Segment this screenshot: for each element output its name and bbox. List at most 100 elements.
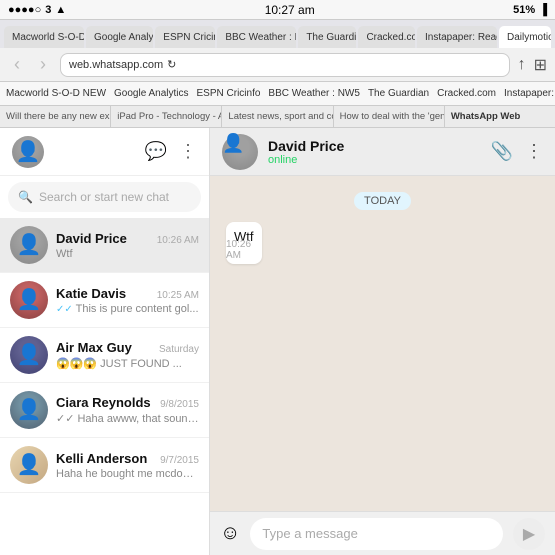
send-button[interactable]: ▶ bbox=[513, 518, 545, 550]
date-badge: TODAY bbox=[354, 192, 411, 210]
browser-tabs-bar: Macworld S-O-D NEW Google Analytics ESPN… bbox=[0, 20, 555, 48]
chat-contact-name: David Price bbox=[268, 138, 481, 154]
browser-nav-bar: ‹ › web.whatsapp.com ↻ ↑ ⊞ bbox=[0, 48, 555, 82]
chat-item-airmax[interactable]: 👤 Air Max Guy Saturday 😱😱😱 JUST FOUND ..… bbox=[0, 328, 209, 383]
bookmark-3[interactable]: BBC Weather : NW5 bbox=[268, 88, 360, 99]
browser-tab-4[interactable]: The Guardian bbox=[298, 26, 356, 48]
bookmark-4[interactable]: The Guardian bbox=[368, 88, 429, 99]
back-button[interactable]: ‹ bbox=[8, 54, 26, 75]
chat-name-airmax: Air Max Guy bbox=[56, 340, 132, 355]
chat-time-david: 10:26 AM bbox=[157, 235, 199, 246]
battery-icon: ▐ bbox=[539, 4, 547, 16]
chat-info-ciara: Ciara Reynolds 9/8/2015 ✓✓ Haha awww, th… bbox=[56, 395, 199, 425]
forward-button[interactable]: › bbox=[34, 54, 52, 75]
url-text: web.whatsapp.com bbox=[69, 59, 163, 71]
site-tab-2[interactable]: Latest news, sport and comm... bbox=[222, 106, 333, 127]
chat-time-airmax: Saturday bbox=[159, 344, 199, 355]
chat-header-avatar: 👤 bbox=[222, 134, 258, 170]
chat-header-avatar-icon: 👤 bbox=[222, 133, 244, 153]
share-button[interactable]: ↑ bbox=[518, 56, 526, 74]
avatar-david: 👤 bbox=[10, 226, 48, 264]
chat-header-info: David Price online bbox=[268, 138, 481, 166]
message-time-0: 10:26 AM bbox=[226, 239, 256, 261]
wifi-icon: ▲ bbox=[55, 4, 66, 16]
chat-preview-kelli: Haha he bought me mcdona... bbox=[56, 468, 199, 480]
search-bar[interactable]: 🔍 Search or start new chat bbox=[8, 182, 201, 212]
browser-tab-0[interactable]: Macworld S-O-D NEW bbox=[4, 26, 84, 48]
site-tab-1[interactable]: iPad Pro - Technology - Apple bbox=[111, 106, 222, 127]
reload-icon[interactable]: ↻ bbox=[167, 58, 176, 71]
chat-info-kelli: Kelli Anderson 9/7/2015 Haha he bought m… bbox=[56, 451, 199, 480]
chat-item-kelli[interactable]: 👤 Kelli Anderson 9/7/2015 Haha he bought… bbox=[0, 438, 209, 493]
more-icon[interactable]: ⋮ bbox=[179, 141, 197, 162]
browser-tab-3[interactable]: BBC Weather : NW5 bbox=[217, 26, 296, 48]
my-avatar[interactable]: 👤 bbox=[12, 136, 44, 168]
david-avatar-icon: 👤 bbox=[17, 235, 42, 255]
chat-item-david[interactable]: 👤 David Price 10:26 AM Wtf bbox=[0, 218, 209, 273]
chat-info-airmax: Air Max Guy Saturday 😱😱😱 JUST FOUND ... bbox=[56, 340, 199, 370]
site-tabs-bar: Will there be any new expans... iPad Pro… bbox=[0, 106, 555, 128]
status-bar: ●●●●○ 3 ▲ 10:27 am 51% ▐ bbox=[0, 0, 555, 20]
chat-time-kelli: 9/7/2015 bbox=[160, 455, 199, 466]
chat-name-ciara: Ciara Reynolds bbox=[56, 395, 151, 410]
attachment-icon[interactable]: 📎 bbox=[491, 141, 513, 162]
carrier-label: 3 bbox=[45, 4, 51, 16]
chat-name-katie: Katie Davis bbox=[56, 286, 126, 301]
chat-item-katie[interactable]: 👤 Katie Davis 10:25 AM ✓✓ This is pure c… bbox=[0, 273, 209, 328]
chat-area: 👤 David Price online 📎 ⋮ TODAY Wtf 10:26… bbox=[210, 128, 555, 555]
chat-info-david: David Price 10:26 AM Wtf bbox=[56, 231, 199, 260]
bookmark-5[interactable]: Cracked.com bbox=[437, 88, 496, 99]
bookmark-0[interactable]: Macworld S-O-D NEW bbox=[6, 88, 106, 99]
chat-preview-ciara: ✓✓ Haha awww, that sound... bbox=[56, 412, 199, 425]
browser-tab-5[interactable]: Cracked.com bbox=[358, 26, 415, 48]
avatar-ciara: 👤 bbox=[10, 391, 48, 429]
bookmark-1[interactable]: Google Analytics bbox=[114, 88, 189, 99]
battery-label: 51% bbox=[513, 4, 535, 16]
send-icon: ▶ bbox=[523, 524, 535, 544]
avatar-kelli: 👤 bbox=[10, 446, 48, 484]
site-tab-3[interactable]: How to deal with the 'gentle... bbox=[334, 106, 445, 127]
avatar-airmax: 👤 bbox=[10, 336, 48, 374]
whatsapp-container: 👤 💬 ⋮ 🔍 Search or start new chat 👤 David… bbox=[0, 128, 555, 555]
bookmarks-bar: Macworld S-O-D NEW Google Analytics ESPN… bbox=[0, 82, 555, 106]
sidebar-actions: 💬 ⋮ bbox=[145, 141, 197, 162]
avatar-katie: 👤 bbox=[10, 281, 48, 319]
chat-contact-status: online bbox=[268, 154, 481, 166]
chat-header-actions: 📎 ⋮ bbox=[491, 141, 543, 162]
chat-name-david: David Price bbox=[56, 231, 127, 246]
chat-item-ciara[interactable]: 👤 Ciara Reynolds 9/8/2015 ✓✓ Haha awww, … bbox=[0, 383, 209, 438]
new-tab-button[interactable]: ⊞ bbox=[534, 55, 547, 75]
chat-preview-david: Wtf bbox=[56, 248, 199, 260]
katie-preview-text: This is pure content gol... bbox=[76, 303, 199, 315]
browser-tab-6[interactable]: Instapaper: Read Later bbox=[417, 26, 497, 48]
chat-time-ciara: 9/8/2015 bbox=[160, 399, 199, 410]
search-icon: 🔍 bbox=[18, 190, 33, 204]
chat-sidebar: 👤 💬 ⋮ 🔍 Search or start new chat 👤 David… bbox=[0, 128, 210, 555]
input-placeholder: Type a message bbox=[262, 526, 357, 541]
chat-header: 👤 David Price online 📎 ⋮ bbox=[210, 128, 555, 176]
kelli-avatar-icon: 👤 bbox=[17, 455, 42, 475]
url-bar[interactable]: web.whatsapp.com ↻ bbox=[60, 53, 510, 77]
emoji-button[interactable]: ☺ bbox=[220, 522, 240, 545]
browser-tab-7[interactable]: Dailymotion bbox=[499, 26, 551, 48]
double-tick-icon: ✓✓ bbox=[56, 304, 73, 315]
sidebar-header: 👤 💬 ⋮ bbox=[0, 128, 209, 176]
search-placeholder: Search or start new chat bbox=[39, 190, 169, 204]
chat-list: 👤 David Price 10:26 AM Wtf 👤 Kati bbox=[0, 218, 209, 555]
site-tab-4[interactable]: WhatsApp Web bbox=[445, 106, 555, 127]
site-tab-0[interactable]: Will there be any new expans... bbox=[0, 106, 111, 127]
bookmark-6[interactable]: Instapaper: Read Later bbox=[504, 88, 555, 99]
message-input[interactable]: Type a message bbox=[250, 518, 503, 550]
browser-tab-1[interactable]: Google Analytics bbox=[86, 26, 153, 48]
airmax-avatar-icon: 👤 bbox=[17, 345, 42, 365]
bookmark-2[interactable]: ESPN Cricinfo bbox=[197, 88, 261, 99]
browser-tab-2[interactable]: ESPN Cricinfo bbox=[155, 26, 215, 48]
chat-icon[interactable]: 💬 bbox=[145, 141, 167, 162]
signal-indicator: ●●●●○ bbox=[8, 4, 41, 16]
chat-name-kelli: Kelli Anderson bbox=[56, 451, 147, 466]
chat-preview-katie: ✓✓ This is pure content gol... bbox=[56, 303, 199, 315]
chat-more-icon[interactable]: ⋮ bbox=[525, 141, 543, 162]
chat-info-katie: Katie Davis 10:25 AM ✓✓ This is pure con… bbox=[56, 286, 199, 315]
avatar-icon: 👤 bbox=[16, 142, 41, 162]
input-area: ☺ Type a message ▶ bbox=[210, 511, 555, 555]
